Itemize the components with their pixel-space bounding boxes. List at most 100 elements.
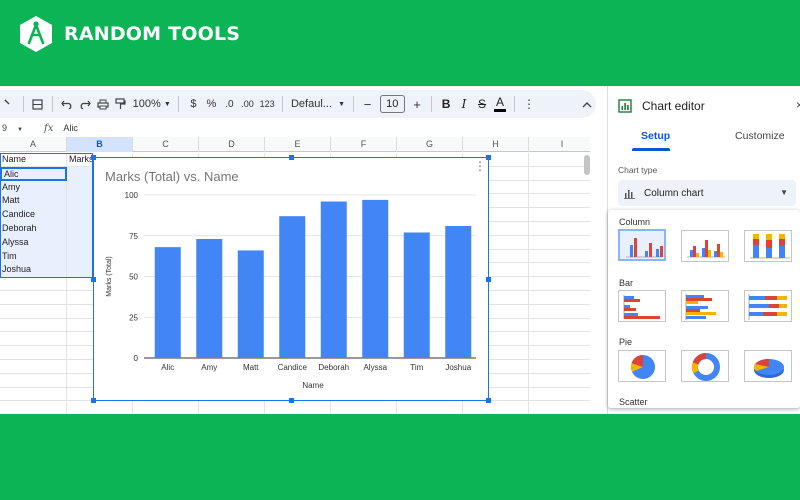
cell[interactable] bbox=[529, 222, 590, 236]
resize-handle-right[interactable] bbox=[486, 277, 491, 282]
cell[interactable] bbox=[529, 208, 590, 222]
strikethrough-button[interactable]: S bbox=[473, 94, 491, 114]
tab-customize[interactable]: Customize bbox=[735, 130, 785, 142]
resize-handle-bottom-left[interactable] bbox=[91, 398, 96, 403]
resize-handle-bottom[interactable] bbox=[289, 398, 294, 403]
resize-handle-top[interactable] bbox=[289, 155, 294, 160]
cell[interactable] bbox=[0, 277, 67, 291]
cell[interactable] bbox=[529, 388, 590, 402]
formula-input[interactable]: Alic bbox=[63, 123, 78, 133]
font-size-input[interactable]: 10 bbox=[379, 95, 406, 113]
tab-setup[interactable]: Setup bbox=[641, 130, 670, 142]
cell[interactable] bbox=[529, 277, 590, 291]
cell[interactable] bbox=[529, 374, 590, 388]
decrease-decimal-button[interactable]: .0 bbox=[220, 94, 238, 114]
column-header-e[interactable]: E bbox=[265, 137, 331, 152]
cell[interactable]: Deborah bbox=[0, 221, 67, 236]
paint-format-table-icon[interactable] bbox=[29, 94, 47, 114]
paint-format-icon[interactable] bbox=[112, 94, 130, 114]
cell[interactable]: Tim bbox=[0, 249, 67, 264]
increase-decimal-button[interactable]: .00 bbox=[238, 94, 256, 114]
redo-icon[interactable] bbox=[76, 94, 94, 114]
font-select[interactable]: Defaul... ▼ bbox=[288, 94, 347, 114]
cell[interactable]: Joshua bbox=[0, 263, 67, 278]
cell-reference[interactable]: 9 ▼ bbox=[0, 123, 28, 133]
cell[interactable] bbox=[0, 346, 67, 360]
undo-icon[interactable] bbox=[58, 94, 76, 114]
cell[interactable] bbox=[265, 401, 331, 414]
grouped-bar-option[interactable] bbox=[681, 290, 729, 322]
pie-chart-option[interactable] bbox=[618, 350, 666, 382]
3d-pie-chart-option[interactable] bbox=[744, 350, 792, 382]
cell[interactable] bbox=[0, 318, 67, 333]
bar-chart-option[interactable] bbox=[618, 290, 666, 322]
cell[interactable] bbox=[529, 181, 590, 195]
cell[interactable]: Amy bbox=[0, 180, 67, 195]
column-header-b[interactable]: B bbox=[67, 137, 133, 152]
cell[interactable]: Alic bbox=[0, 166, 67, 181]
text-color-button[interactable]: A bbox=[491, 94, 509, 114]
chart-menu-icon[interactable]: ⋮ bbox=[474, 160, 486, 172]
bold-button[interactable]: B bbox=[437, 94, 455, 114]
cell[interactable]: Alyssa bbox=[0, 235, 67, 250]
cell[interactable] bbox=[529, 167, 590, 181]
cell[interactable] bbox=[529, 305, 590, 319]
cell[interactable] bbox=[529, 263, 590, 277]
stacked-column-option[interactable] bbox=[744, 230, 792, 262]
stacked-bar-option[interactable] bbox=[744, 290, 792, 322]
cell[interactable] bbox=[529, 194, 590, 208]
resize-handle-bottom-right[interactable] bbox=[486, 398, 491, 403]
resize-handle-top-left[interactable] bbox=[91, 155, 96, 160]
resize-handle-left[interactable] bbox=[91, 277, 96, 282]
cell[interactable]: Matt bbox=[0, 194, 67, 209]
cell[interactable] bbox=[529, 360, 590, 374]
column-header-d[interactable]: D bbox=[199, 137, 265, 152]
cell[interactable] bbox=[529, 153, 590, 167]
column-header-g[interactable]: G bbox=[397, 137, 463, 152]
font-size-increase-button[interactable]: + bbox=[408, 94, 426, 114]
chart-type-select[interactable]: Column chart ▼ bbox=[618, 180, 796, 206]
column-header-a[interactable]: A bbox=[0, 137, 67, 152]
cell[interactable] bbox=[529, 236, 590, 250]
column-chart[interactable]: 0 25 50 75 100 Alic Amy Matt Candice Deborah Alyss… bbox=[91, 155, 491, 403]
cell[interactable]: Name bbox=[0, 153, 67, 167]
currency-format-button[interactable]: $ bbox=[184, 94, 202, 114]
print-icon[interactable] bbox=[94, 94, 112, 114]
cell[interactable] bbox=[463, 401, 529, 414]
cell[interactable] bbox=[0, 290, 67, 305]
more-options-icon[interactable]: ⋮ bbox=[520, 94, 538, 114]
cell[interactable] bbox=[0, 359, 67, 374]
column-header-i[interactable]: I bbox=[529, 137, 590, 152]
cell[interactable] bbox=[133, 401, 199, 414]
resize-handle-top-right[interactable] bbox=[486, 155, 491, 160]
number-format-button[interactable]: 123 bbox=[257, 94, 278, 114]
cell[interactable] bbox=[199, 401, 265, 414]
cell[interactable] bbox=[331, 401, 397, 414]
close-icon[interactable]: × bbox=[796, 98, 800, 112]
cell[interactable] bbox=[0, 332, 67, 347]
cell[interactable] bbox=[67, 401, 133, 414]
cell[interactable] bbox=[529, 346, 590, 360]
cell[interactable] bbox=[529, 319, 590, 333]
donut-chart-option[interactable] bbox=[681, 350, 729, 382]
percent-format-button[interactable]: % bbox=[202, 94, 220, 114]
column-header-c[interactable]: C bbox=[133, 137, 199, 152]
column-chart-variant-option[interactable] bbox=[681, 230, 729, 262]
vertical-scrollbar[interactable] bbox=[584, 155, 590, 175]
font-size-decrease-button[interactable]: − bbox=[359, 94, 377, 114]
cell[interactable] bbox=[0, 304, 67, 319]
cell[interactable] bbox=[0, 373, 67, 388]
zoom-select[interactable]: 100% ▼ bbox=[130, 94, 173, 114]
cell[interactable] bbox=[397, 401, 463, 414]
cell[interactable] bbox=[529, 250, 590, 264]
search-icon[interactable] bbox=[0, 94, 18, 114]
column-header-f[interactable]: F bbox=[331, 137, 397, 152]
cell[interactable] bbox=[0, 401, 67, 414]
cell[interactable] bbox=[0, 387, 67, 402]
cell[interactable]: Candice bbox=[0, 208, 67, 222]
cell[interactable] bbox=[529, 332, 590, 346]
chevron-up-icon[interactable] bbox=[578, 94, 596, 114]
italic-button[interactable]: I bbox=[455, 94, 473, 114]
cell[interactable] bbox=[529, 401, 590, 414]
column-header-h[interactable]: H bbox=[463, 137, 529, 152]
